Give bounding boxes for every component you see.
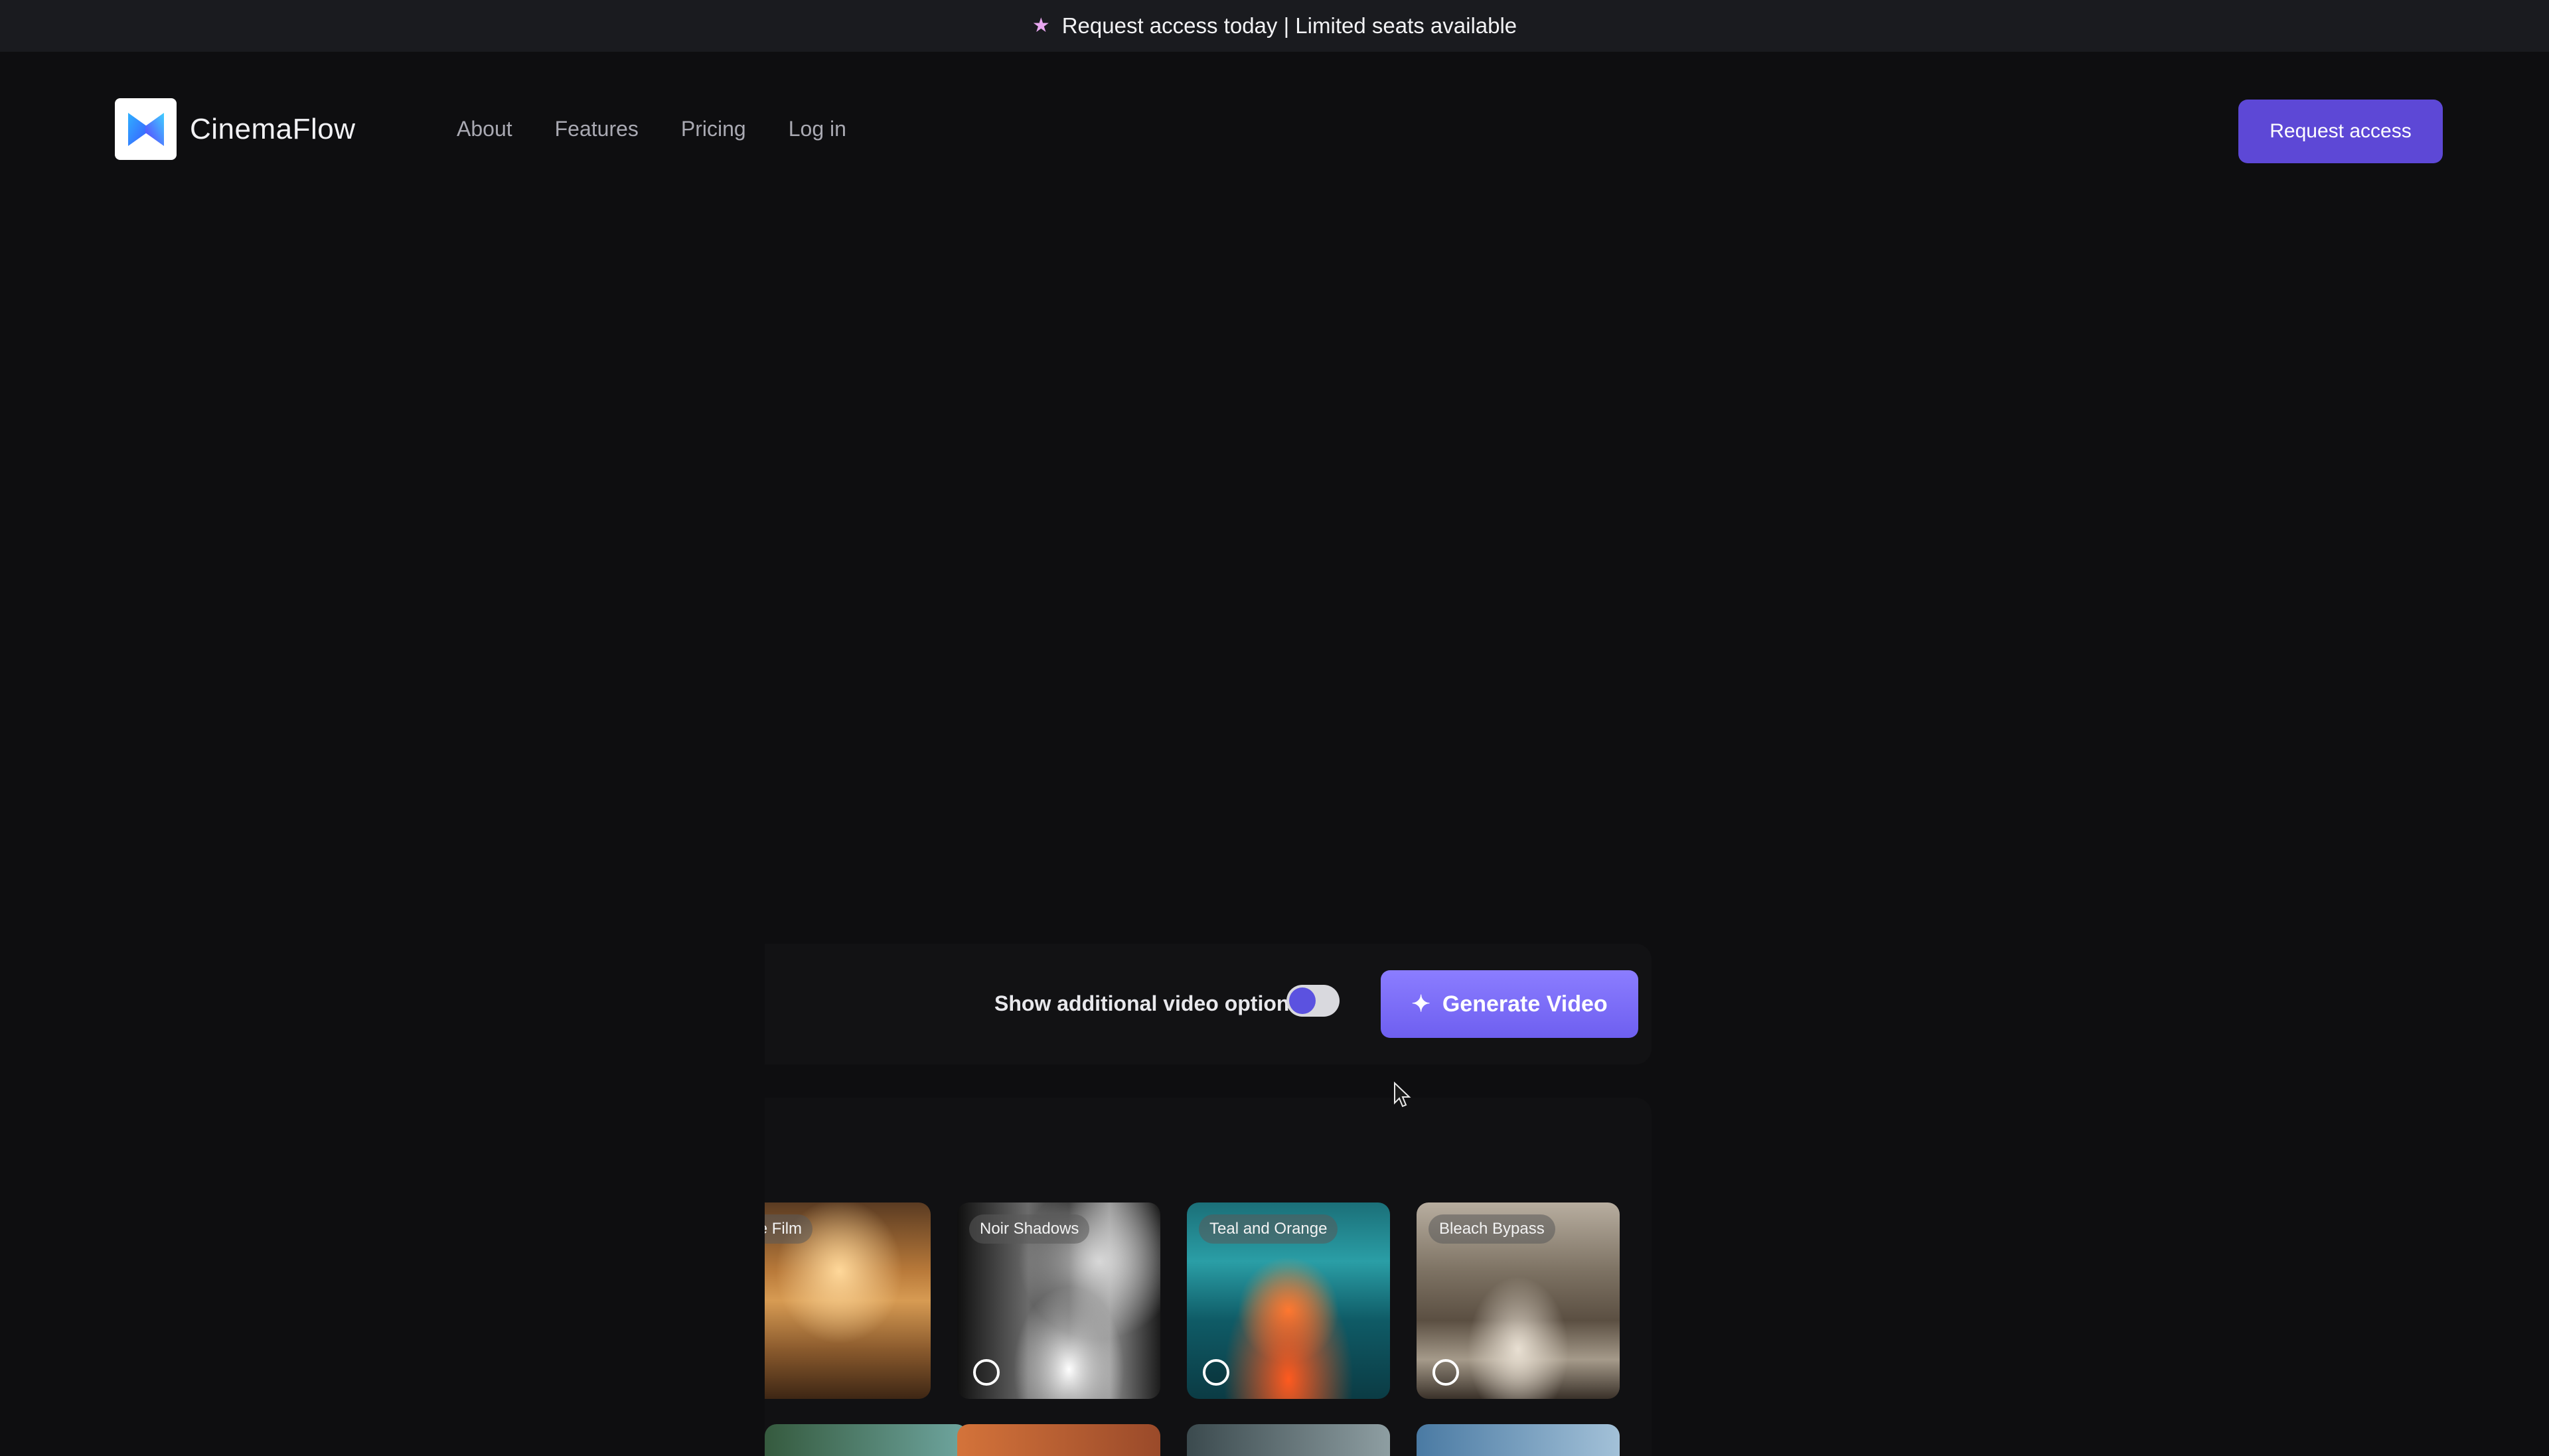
style-card-partial[interactable] bbox=[1417, 1424, 1620, 1456]
nav-features-link[interactable]: Features bbox=[555, 117, 639, 141]
site-header: CinemaFlow About Features Pricing Log in… bbox=[0, 52, 2549, 211]
sparkle-icon: ✦ bbox=[1411, 991, 1430, 1017]
video-options-bar: Show additional video options ✦ Generate… bbox=[765, 944, 1652, 1064]
style-radio-button[interactable] bbox=[973, 1359, 1000, 1386]
generate-video-label: Generate Video bbox=[1442, 991, 1608, 1017]
nav-login-link[interactable]: Log in bbox=[789, 117, 846, 141]
style-card-partial[interactable] bbox=[765, 1424, 968, 1456]
style-radio-button[interactable] bbox=[1432, 1359, 1459, 1386]
nav-about-link[interactable]: About bbox=[457, 117, 512, 141]
style-card-label: Noir Shadows bbox=[969, 1214, 1090, 1244]
style-card-partial[interactable] bbox=[957, 1424, 1160, 1456]
style-card-label: Teal and Orange bbox=[1199, 1214, 1338, 1244]
style-card-partial[interactable] bbox=[1187, 1424, 1390, 1456]
main-nav: About Features Pricing Log in bbox=[457, 117, 846, 141]
style-card-label: Bleach Bypass bbox=[1429, 1214, 1555, 1244]
star-icon: ★ bbox=[1032, 15, 1050, 36]
style-card-label: ntage Film bbox=[765, 1214, 813, 1244]
announcement-bar[interactable]: ★ Request access today | Limited seats a… bbox=[0, 0, 2549, 52]
style-card-bleach-bypass[interactable]: Bleach Bypass bbox=[1417, 1202, 1620, 1399]
style-picker-panel: ntage Film Noir Shadows Teal and Orange … bbox=[765, 1098, 1652, 1456]
logo-icon bbox=[115, 98, 177, 160]
generate-video-button[interactable]: ✦ Generate Video bbox=[1381, 970, 1638, 1038]
announcement-text: Request access today | Limited seats ava… bbox=[1061, 13, 1517, 38]
style-card-noir-shadows[interactable]: Noir Shadows bbox=[957, 1202, 1160, 1399]
request-access-button[interactable]: Request access bbox=[2238, 100, 2443, 163]
toggle-knob bbox=[1289, 987, 1316, 1014]
nav-pricing-link[interactable]: Pricing bbox=[681, 117, 746, 141]
brand-name: CinemaFlow bbox=[190, 112, 356, 145]
style-card-teal-and-orange[interactable]: Teal and Orange bbox=[1187, 1202, 1390, 1399]
additional-options-toggle[interactable] bbox=[1286, 985, 1340, 1017]
additional-options-label: Show additional video options bbox=[994, 991, 1302, 1015]
mouse-cursor-icon bbox=[1394, 1082, 1411, 1108]
style-card-vintage-film[interactable]: ntage Film bbox=[765, 1202, 931, 1399]
style-radio-button[interactable] bbox=[1203, 1359, 1229, 1386]
brand-logo-link[interactable]: CinemaFlow bbox=[115, 98, 356, 160]
